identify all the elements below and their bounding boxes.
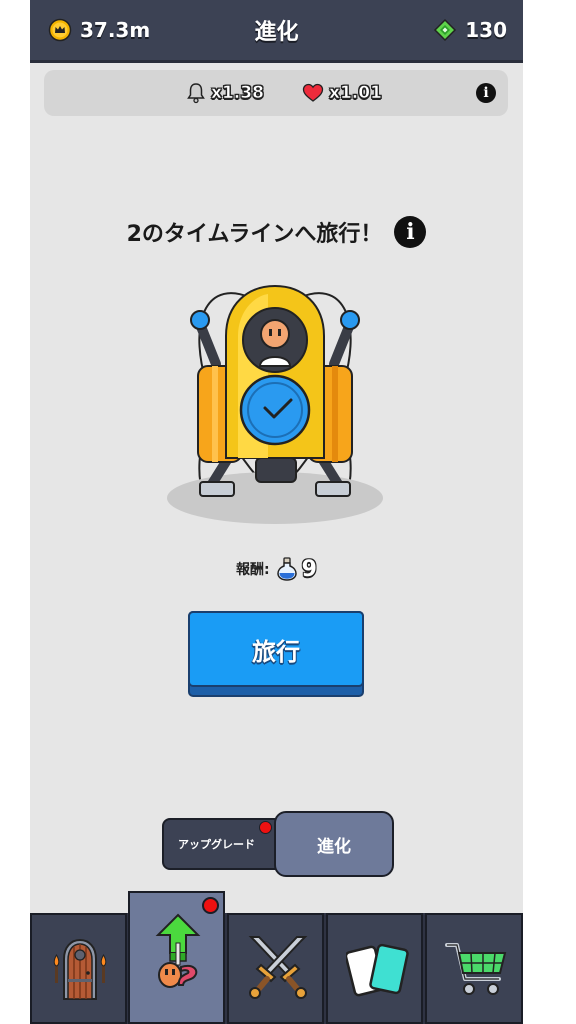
multiplier-info-icon[interactable]: i — [476, 83, 496, 103]
heart-multiplier-value: x1.01 — [329, 83, 383, 104]
cards-icon — [346, 943, 409, 997]
timeline-info-icon[interactable]: i — [394, 216, 427, 248]
upgrade-notification-dot — [259, 821, 272, 834]
time-machine-icon — [167, 284, 383, 524]
heading-text: 2のタイムラインへ旅行！ — [126, 222, 383, 247]
tab-shop[interactable] — [425, 913, 523, 1024]
heart-icon — [302, 83, 324, 102]
bell-icon — [187, 83, 205, 104]
app-screen: 37.3m 進化 130 x1.38 x1.01 i 2のタイムラインへ旅行！ … — [30, 0, 523, 1024]
upgrade-toggle[interactable]: アップグレード — [162, 818, 292, 870]
bell-multiplier: x1.38 — [186, 70, 264, 116]
evolve-toggle[interactable]: 進化 — [274, 811, 394, 877]
reward-value: 9 — [301, 556, 317, 582]
timeline-heading: 2のタイムラインへ旅行！ i — [30, 210, 523, 254]
tab-cards[interactable] — [326, 913, 423, 1024]
reward-row: 報酬: 9 — [30, 552, 523, 586]
bottom-nav — [30, 891, 523, 1024]
top-bar: 37.3m 進化 130 — [30, 0, 523, 63]
tab-evolve[interactable] — [128, 891, 225, 1024]
travel-button-label: 旅行 — [188, 611, 364, 687]
travel-button[interactable]: 旅行 — [188, 611, 364, 697]
bell-multiplier-value: x1.38 — [211, 83, 265, 104]
heart-multiplier: x1.01 — [302, 70, 382, 116]
tab-dungeon[interactable] — [30, 913, 127, 1024]
crossed-swords-icon — [248, 936, 308, 999]
blue-potion-icon — [276, 557, 297, 581]
door-icon — [53, 938, 107, 1000]
gem-counter: 130 — [433, 0, 507, 60]
multiplier-bar: x1.38 x1.01 i — [44, 70, 508, 116]
tab-battle[interactable] — [227, 913, 324, 1024]
reward-label: 報酬: — [236, 562, 270, 578]
gem-amount: 130 — [465, 18, 507, 42]
green-gem-icon — [434, 18, 457, 42]
evolve-notification-dot — [202, 897, 219, 914]
evolve-arrow-icon — [155, 913, 201, 988]
shopping-cart-icon — [445, 943, 507, 995]
